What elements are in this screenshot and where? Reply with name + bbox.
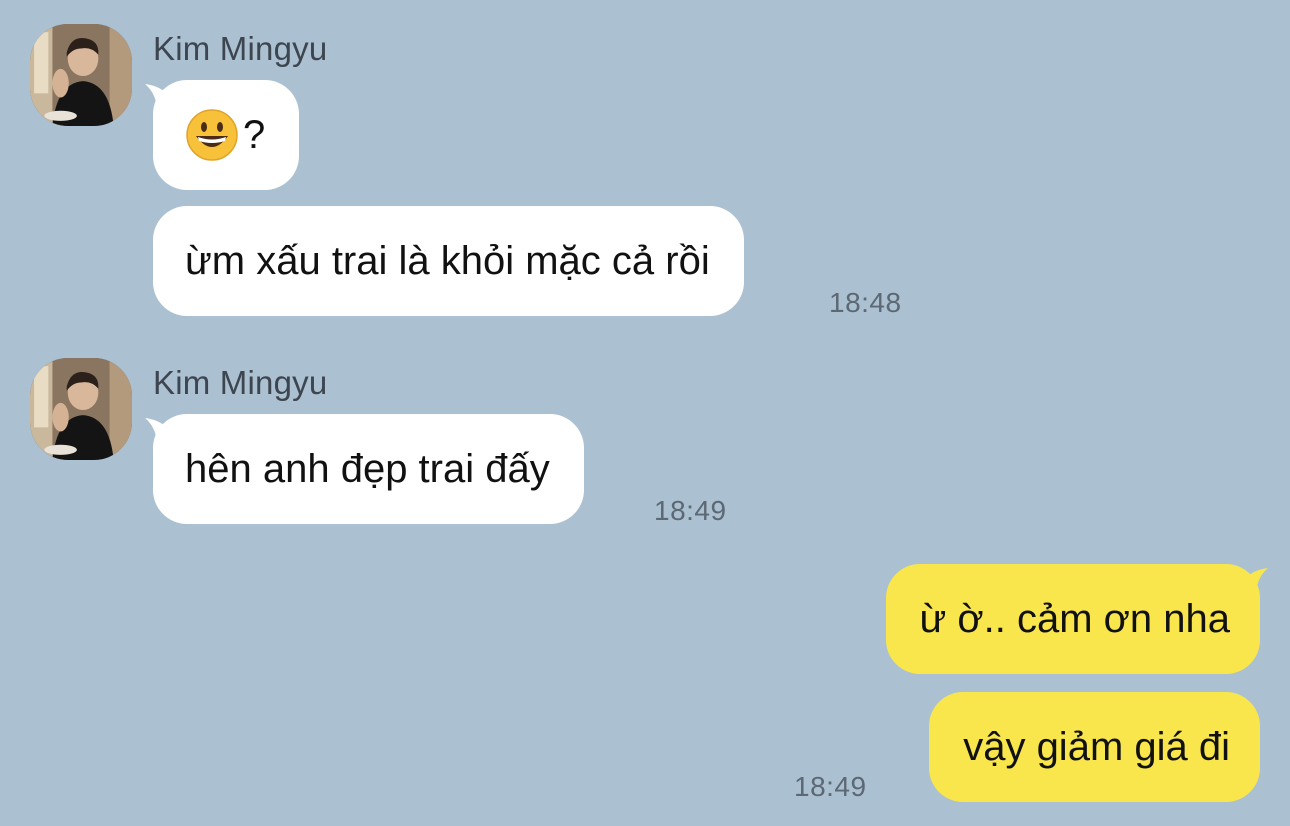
- message-bubble[interactable]: ừ ờ.. cảm ơn nha: [885, 564, 1260, 674]
- avatar-photo: [30, 24, 132, 126]
- avatar[interactable]: [30, 24, 132, 126]
- message-timestamp: 18:48: [829, 287, 902, 318]
- message-timestamp: 18:49: [654, 495, 727, 526]
- avatar-photo: [30, 358, 132, 460]
- avatar[interactable]: [30, 358, 132, 460]
- message-bubble[interactable]: hên anh đẹp trai đấy: [153, 414, 584, 524]
- message-text: ừ ờ.. cảm ơn nha: [919, 596, 1230, 641]
- sender-name: Kim Mingyu: [153, 364, 328, 401]
- message-bubble[interactable]: ?: [153, 80, 300, 190]
- message-text: ?: [243, 112, 266, 157]
- message-timestamp: 18:49: [794, 771, 867, 802]
- message-bubble[interactable]: ừm xấu trai là khỏi mặc cả rồi: [153, 206, 744, 316]
- message-bubble[interactable]: vậy giảm giá đi: [929, 692, 1260, 802]
- sender-name: Kim Mingyu: [153, 30, 328, 67]
- message-text: ừm xấu trai là khỏi mặc cả rồi: [185, 238, 710, 283]
- grinning-face-emoji: [185, 108, 239, 162]
- message-text: vậy giảm giá đi: [963, 724, 1230, 769]
- chat-thread: Kim Mingyu ? ừm xấu trai là khỏi mặc cả …: [0, 0, 1290, 826]
- message-text: hên anh đẹp trai đấy: [185, 446, 550, 491]
